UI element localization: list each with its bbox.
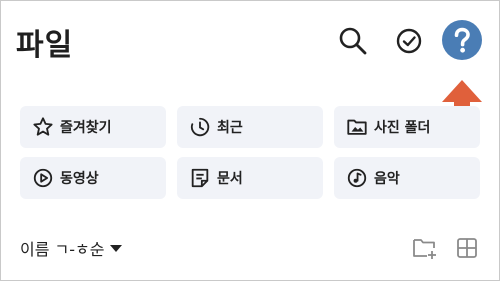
chip-label: 문서	[217, 171, 243, 187]
clock-icon	[190, 117, 210, 137]
page-title: 파일	[16, 28, 74, 63]
new-folder-icon[interactable]	[412, 236, 438, 260]
quick-photo-folder-button[interactable]: 사진 폴더	[334, 106, 480, 148]
document-icon	[191, 168, 209, 188]
quick-music-button[interactable]: 음악	[334, 157, 480, 199]
caret-down-icon	[110, 244, 123, 252]
chip-label: 동영상	[60, 171, 99, 187]
grid-view-icon[interactable]	[456, 237, 478, 259]
chip-label: 사진 폴더	[374, 120, 431, 136]
search-icon[interactable]	[336, 24, 370, 58]
chip-label: 최근	[217, 120, 243, 136]
play-icon	[33, 168, 53, 188]
chip-label: 즐겨찾기	[60, 120, 112, 136]
chip-label: 음악	[374, 171, 400, 187]
help-icon[interactable]	[441, 19, 483, 61]
quick-document-button[interactable]: 문서	[177, 157, 323, 199]
sort-dropdown[interactable]: 이름 ㄱ-ㅎ순	[20, 236, 123, 260]
quick-favorites-button[interactable]: 즐겨찾기	[20, 106, 166, 148]
star-icon	[33, 117, 53, 136]
image-folder-icon	[347, 119, 367, 135]
quick-video-button[interactable]: 동영상	[20, 157, 166, 199]
check-circle-icon[interactable]	[392, 24, 426, 58]
sort-label: 이름 ㄱ-ㅎ순	[20, 240, 105, 259]
music-icon	[347, 168, 367, 188]
quick-recent-button[interactable]: 최근	[177, 106, 323, 148]
